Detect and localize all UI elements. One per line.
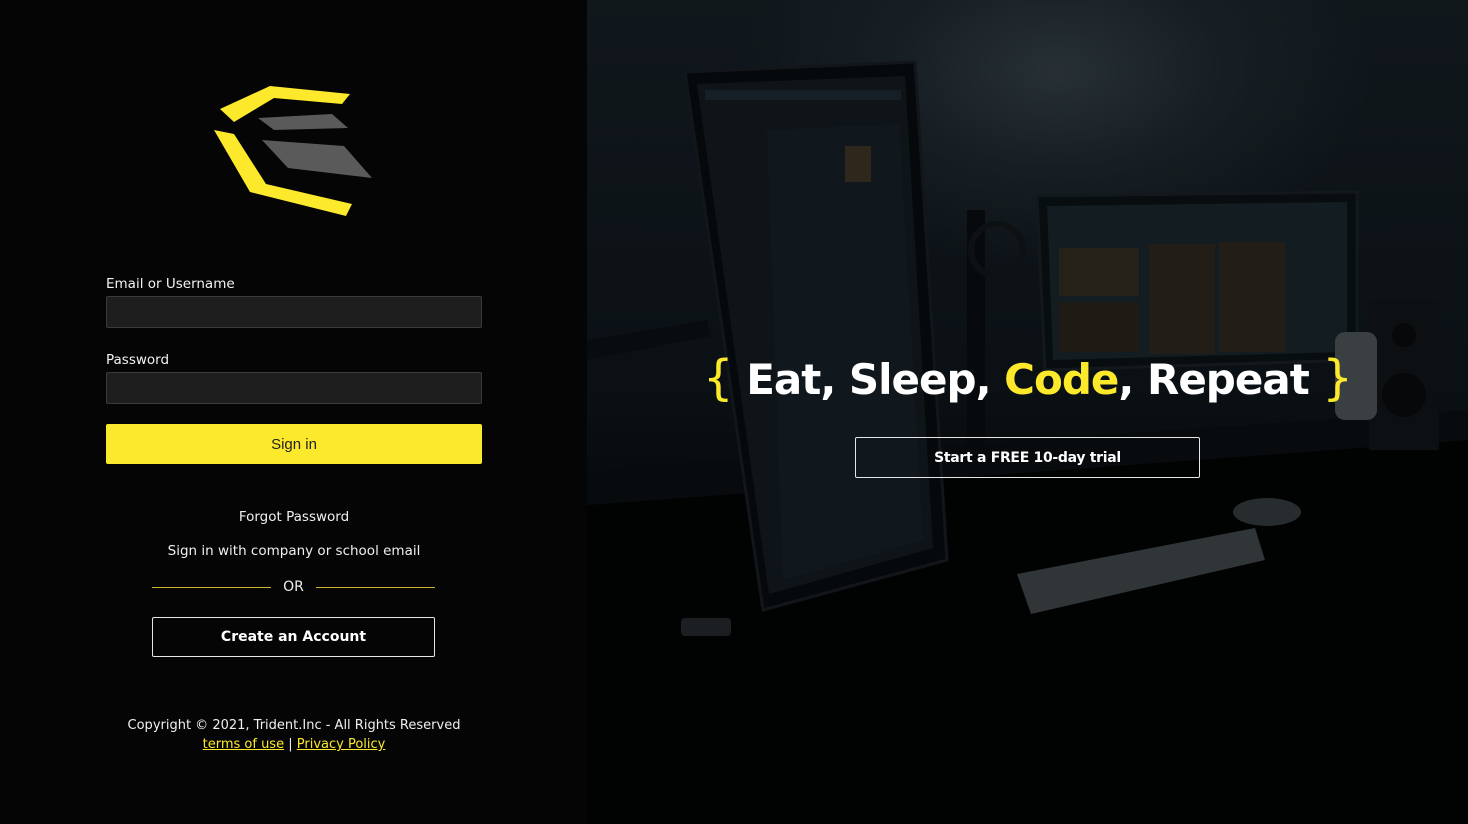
terms-of-use-link[interactable]: terms of use [203, 737, 284, 752]
tagline-highlight: Code [1004, 355, 1119, 404]
email-label: Email or Username [106, 276, 235, 292]
password-label: Password [106, 352, 170, 368]
login-panel: Email or Username Password Sign in Forgo… [0, 0, 587, 824]
email-input[interactable] [106, 296, 482, 328]
or-divider: OR [152, 578, 435, 598]
footer-links: terms of use | Privacy Policy [106, 735, 482, 754]
sign-in-button[interactable]: Sign in [106, 424, 482, 464]
desk-monitors-photo [587, 0, 1468, 824]
footer-separator: | [288, 737, 293, 752]
sso-signin-link[interactable]: Sign in with company or school email [106, 543, 482, 559]
create-account-button[interactable]: Create an Account [152, 617, 435, 657]
tagline-part2: , Repeat [1118, 355, 1309, 404]
free-trial-button[interactable]: Start a FREE 10-day trial [855, 437, 1200, 478]
divider-line-right [316, 587, 435, 588]
hero-tagline: { Eat, Sleep, Code, Repeat } [587, 350, 1468, 406]
privacy-policy-link[interactable]: Privacy Policy [297, 737, 386, 752]
open-brace: { [703, 350, 734, 406]
hero-panel: { Eat, Sleep, Code, Repeat } Start a FRE… [587, 0, 1468, 824]
password-input[interactable] [106, 372, 482, 404]
forgot-password-link[interactable]: Forgot Password [106, 509, 482, 525]
copyright-text: Copyright © 2021, Trident.Inc - All Righ… [127, 718, 461, 733]
trident-logo [214, 86, 372, 216]
footer: Copyright © 2021, Trident.Inc - All Righ… [106, 716, 482, 754]
close-brace: } [1322, 350, 1353, 406]
tagline-part1: Eat, Sleep, [746, 355, 1005, 404]
